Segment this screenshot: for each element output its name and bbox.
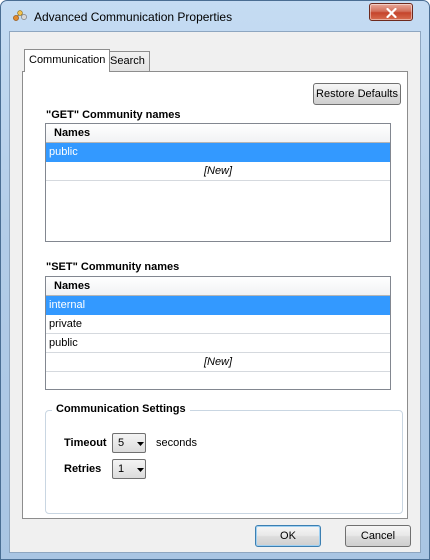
chevron-down-icon bbox=[137, 468, 144, 472]
timeout-value: 5 bbox=[118, 437, 125, 449]
get-community-names-title: "GET" Community names bbox=[46, 109, 181, 121]
get-names-new-row[interactable]: [New] bbox=[46, 162, 390, 181]
communication-tab-panel: Restore Defaults "GET" Community names N… bbox=[22, 71, 408, 519]
communication-settings-title: Communication Settings bbox=[52, 403, 190, 415]
get-names-column-header[interactable]: Names bbox=[46, 124, 390, 143]
timeout-unit: seconds bbox=[156, 437, 197, 449]
button-label: Cancel bbox=[360, 530, 396, 542]
set-names-row[interactable]: public bbox=[46, 334, 390, 353]
set-names-row[interactable]: internal bbox=[46, 296, 390, 315]
retries-select[interactable]: 1 bbox=[112, 459, 146, 479]
set-names-new-row[interactable]: [New] bbox=[46, 353, 390, 372]
network-nodes-icon bbox=[13, 10, 27, 22]
tab-search[interactable]: Search bbox=[105, 51, 150, 71]
dialog-window: Advanced Communication Properties Commun… bbox=[0, 0, 430, 560]
chevron-down-icon bbox=[137, 442, 144, 446]
button-label: OK bbox=[280, 530, 296, 542]
dialog-client-area: Communication Search Restore Defaults "G… bbox=[9, 31, 421, 553]
set-names-column-header[interactable]: Names bbox=[46, 277, 390, 296]
set-community-names-grid: Names internal private public [New] bbox=[45, 276, 391, 390]
communication-settings-group: Communication Settings Timeout 5 seconds… bbox=[45, 403, 403, 514]
get-names-row[interactable]: public bbox=[46, 143, 390, 162]
close-button[interactable] bbox=[369, 3, 413, 21]
close-icon bbox=[386, 8, 397, 18]
ok-button[interactable]: OK bbox=[255, 525, 321, 547]
title-bar[interactable]: Advanced Communication Properties bbox=[1, 1, 429, 31]
window-title: Advanced Communication Properties bbox=[34, 10, 233, 24]
tab-label: Search bbox=[110, 55, 145, 67]
get-community-names-grid: Names public [New] bbox=[45, 123, 391, 242]
button-label: Restore Defaults bbox=[316, 88, 398, 100]
tab-label: Communication bbox=[29, 54, 106, 66]
retries-value: 1 bbox=[118, 463, 125, 475]
timeout-label: Timeout bbox=[64, 437, 107, 449]
tab-communication[interactable]: Communication bbox=[24, 49, 111, 72]
cancel-button[interactable]: Cancel bbox=[345, 525, 411, 547]
timeout-select[interactable]: 5 bbox=[112, 433, 146, 453]
restore-defaults-button[interactable]: Restore Defaults bbox=[313, 83, 401, 105]
set-names-row[interactable]: private bbox=[46, 315, 390, 334]
retries-label: Retries bbox=[64, 463, 102, 475]
set-community-names-title: "SET" Community names bbox=[46, 261, 180, 273]
